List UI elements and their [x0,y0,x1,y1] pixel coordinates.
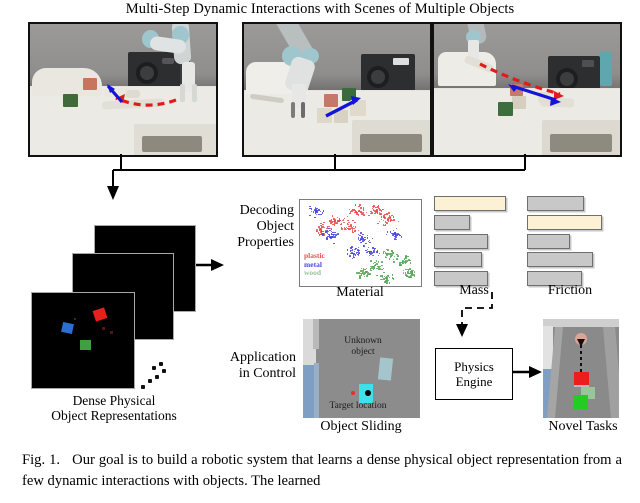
bar-3 [527,234,570,249]
target-location-annotation: Target location [329,401,387,411]
bar-2 [434,215,470,230]
unknown-object-line-2: object [351,346,375,357]
physics-engine-line-1: Physics [454,359,494,374]
dense-label-line-2: Object Representations [51,408,177,423]
application-in-control-label: Application in Control [208,350,296,382]
object-sliding-caption: Object Sliding [320,419,402,434]
red-block [574,372,589,387]
trajectory-overlay-1 [106,84,177,107]
representation-point-blue [61,321,74,335]
figure-title: Multi-Step Dynamic Interactions with Sce… [125,1,515,17]
representation-point-red [92,307,108,322]
application-label-line-2: in Control [238,366,296,381]
figure-caption-text: Our goal is to build a robotic system th… [22,452,623,489]
object-center-dot [365,390,371,396]
tsne-legend-wood: wood [304,268,322,277]
bar-3 [434,234,488,249]
tsne-legend: plastic metal wood [304,251,325,278]
decoding-label-line-3: Properties [237,235,294,250]
figure-caption: Fig. 1. Our goal is to build a robotic s… [22,450,622,492]
novel-tasks-caption: Novel Tasks [548,419,618,434]
bar-4 [527,252,593,267]
representation-point-green [80,340,91,350]
friction-bar-chart [527,196,615,286]
mass-chart-title: Mass [459,283,489,298]
friction-chart-title: Friction [547,283,593,298]
bar-2 [527,215,602,230]
unknown-object-annotation: Unknown object [325,336,401,357]
dense-label-line-1: Dense Physical [72,393,156,408]
material-caption: Material [336,285,384,300]
target-location-dot [351,391,355,395]
photo-interaction-step-2 [242,22,432,157]
physics-engine-line-2: Engine [455,374,493,389]
unknown-object-block [377,357,394,381]
photo-interaction-step-1 [28,22,218,157]
bar-1 [527,196,584,211]
decoding-label-line-2: Object [256,219,294,234]
mass-bar-chart [434,196,514,286]
material-tsne-plot: plastic metal wood [299,199,422,287]
physics-engine-box: Physics Engine [435,348,513,400]
decoding-object-properties-label: Decoding Object Properties [210,203,294,251]
object-sliding-image: Unknown object Target location [303,319,420,418]
representation-frame-front [31,292,135,389]
dense-representation-label: Dense Physical Object Representations [14,393,214,423]
trajectory-overlay-3 [479,62,564,106]
application-label-line-1: Application [229,350,296,365]
decoding-label-line-1: Decoding [239,203,294,218]
unknown-object-line-1: Unknown [344,336,382,346]
photo-interaction-step-3 [432,22,622,157]
green-block [573,395,588,409]
bar-1 [434,196,506,211]
figure-number: Fig. 1. [22,452,61,468]
bar-4 [434,252,482,267]
novel-tasks-image [543,319,619,418]
trajectory-overlay-2 [325,96,361,118]
